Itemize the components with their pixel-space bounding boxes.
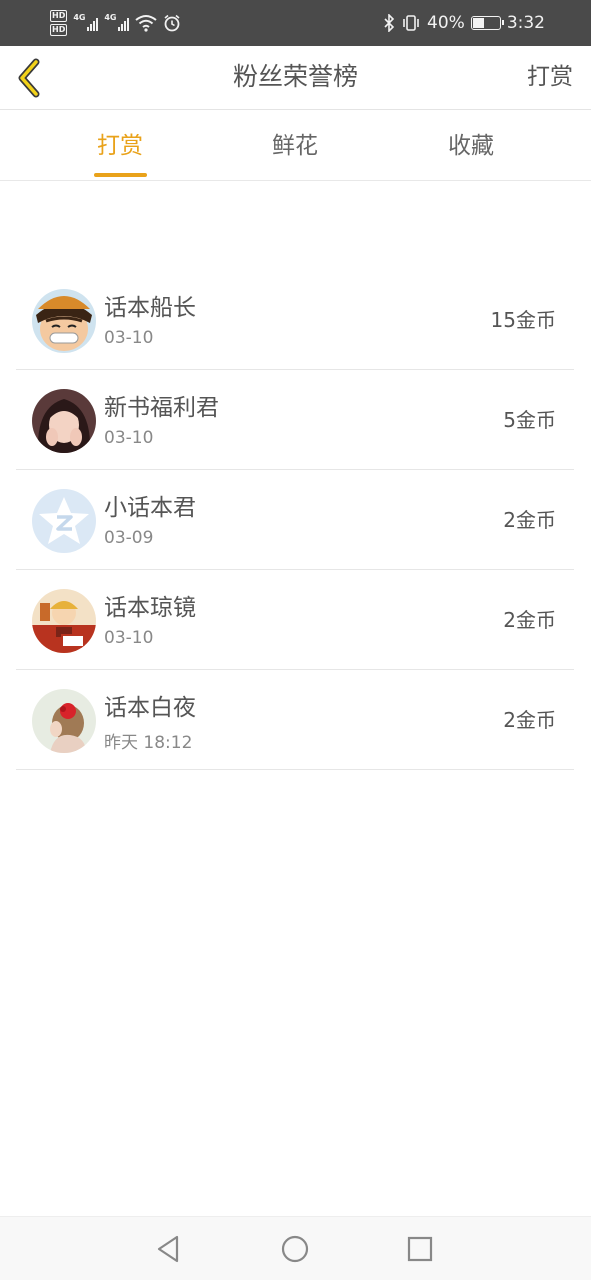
list-item[interactable]: 小话本君 03-09 2金币 bbox=[16, 470, 574, 570]
page-title: 粉丝荣誉榜 bbox=[232, 62, 358, 91]
tab-flowers[interactable]: 鲜花 bbox=[235, 111, 355, 181]
fan-date: 03-10 bbox=[104, 328, 154, 348]
luffy-avatar[interactable] bbox=[32, 289, 96, 353]
reward-action-button[interactable]: 打赏 bbox=[527, 46, 573, 110]
list-item[interactable]: 话本船长 03-10 15金币 bbox=[16, 270, 574, 370]
hd-icon: HD bbox=[50, 10, 68, 22]
default-star-avatar[interactable] bbox=[32, 489, 96, 553]
fan-date: 昨天 18:12 bbox=[104, 733, 193, 753]
tab-reward[interactable]: 打赏 bbox=[60, 111, 180, 181]
tab-label: 鲜花 bbox=[272, 133, 318, 159]
fan-name: 小话本君 bbox=[104, 495, 196, 521]
tab-favorites[interactable]: 收藏 bbox=[411, 111, 531, 181]
signal-icon: 4G bbox=[73, 13, 99, 31]
app-header: 粉丝荣誉榜 打赏 bbox=[0, 46, 591, 110]
alarm-icon bbox=[164, 14, 180, 32]
tab-label: 收藏 bbox=[448, 133, 494, 159]
fan-date: 03-10 bbox=[104, 628, 154, 648]
flower-hair-avatar[interactable] bbox=[32, 689, 96, 753]
tab-bar: 打赏 鲜花 收藏 bbox=[0, 111, 591, 181]
status-left: HD HD 4G 4G bbox=[50, 8, 181, 38]
list-item[interactable]: 新书福利君 03-10 5金币 bbox=[16, 370, 574, 470]
cartoon-avatar[interactable] bbox=[32, 589, 96, 653]
wifi-icon bbox=[135, 15, 157, 32]
battery-icon bbox=[470, 16, 504, 30]
fan-date: 03-09 bbox=[104, 528, 154, 548]
coin-amount: 2金币 bbox=[503, 708, 556, 732]
fan-ranking-list: 话本船长 03-10 15金币 新书福利君 03-10 5金币 小话本君 03-… bbox=[16, 270, 574, 770]
coin-amount: 15金币 bbox=[490, 308, 556, 332]
status-bar: HD HD 4G 4G 40% 3:32 bbox=[0, 0, 591, 46]
fan-name: 话本琼镜 bbox=[104, 595, 196, 621]
recents-square-icon[interactable] bbox=[402, 1231, 438, 1267]
coin-amount: 5金币 bbox=[503, 408, 556, 432]
fan-name: 话本船长 bbox=[104, 295, 196, 321]
list-item[interactable]: 话本白夜 昨天 18:12 2金币 bbox=[16, 670, 574, 770]
tab-label: 打赏 bbox=[97, 133, 143, 159]
bluetooth-icon bbox=[384, 14, 395, 32]
hd-icon: HD bbox=[50, 24, 68, 36]
fan-name: 新书福利君 bbox=[104, 395, 219, 421]
back-arrow-icon[interactable] bbox=[14, 56, 48, 100]
status-right: 40% 3:32 bbox=[383, 0, 545, 46]
coin-amount: 2金币 bbox=[503, 508, 556, 532]
fan-date: 03-10 bbox=[104, 428, 154, 448]
system-nav-bar bbox=[0, 1216, 591, 1280]
coin-amount: 2金币 bbox=[503, 608, 556, 632]
fan-name: 话本白夜 bbox=[104, 695, 196, 721]
vibrate-icon bbox=[403, 15, 419, 31]
clock: 3:32 bbox=[506, 13, 545, 33]
signal-icon: 4G bbox=[104, 13, 130, 31]
tab-active-indicator bbox=[94, 173, 147, 177]
girl-avatar[interactable] bbox=[32, 389, 96, 453]
list-item[interactable]: 话本琼镜 03-10 2金币 bbox=[16, 570, 574, 670]
battery-percent: 40% bbox=[427, 13, 465, 33]
home-circle-icon[interactable] bbox=[277, 1231, 313, 1267]
back-triangle-icon[interactable] bbox=[151, 1231, 187, 1267]
